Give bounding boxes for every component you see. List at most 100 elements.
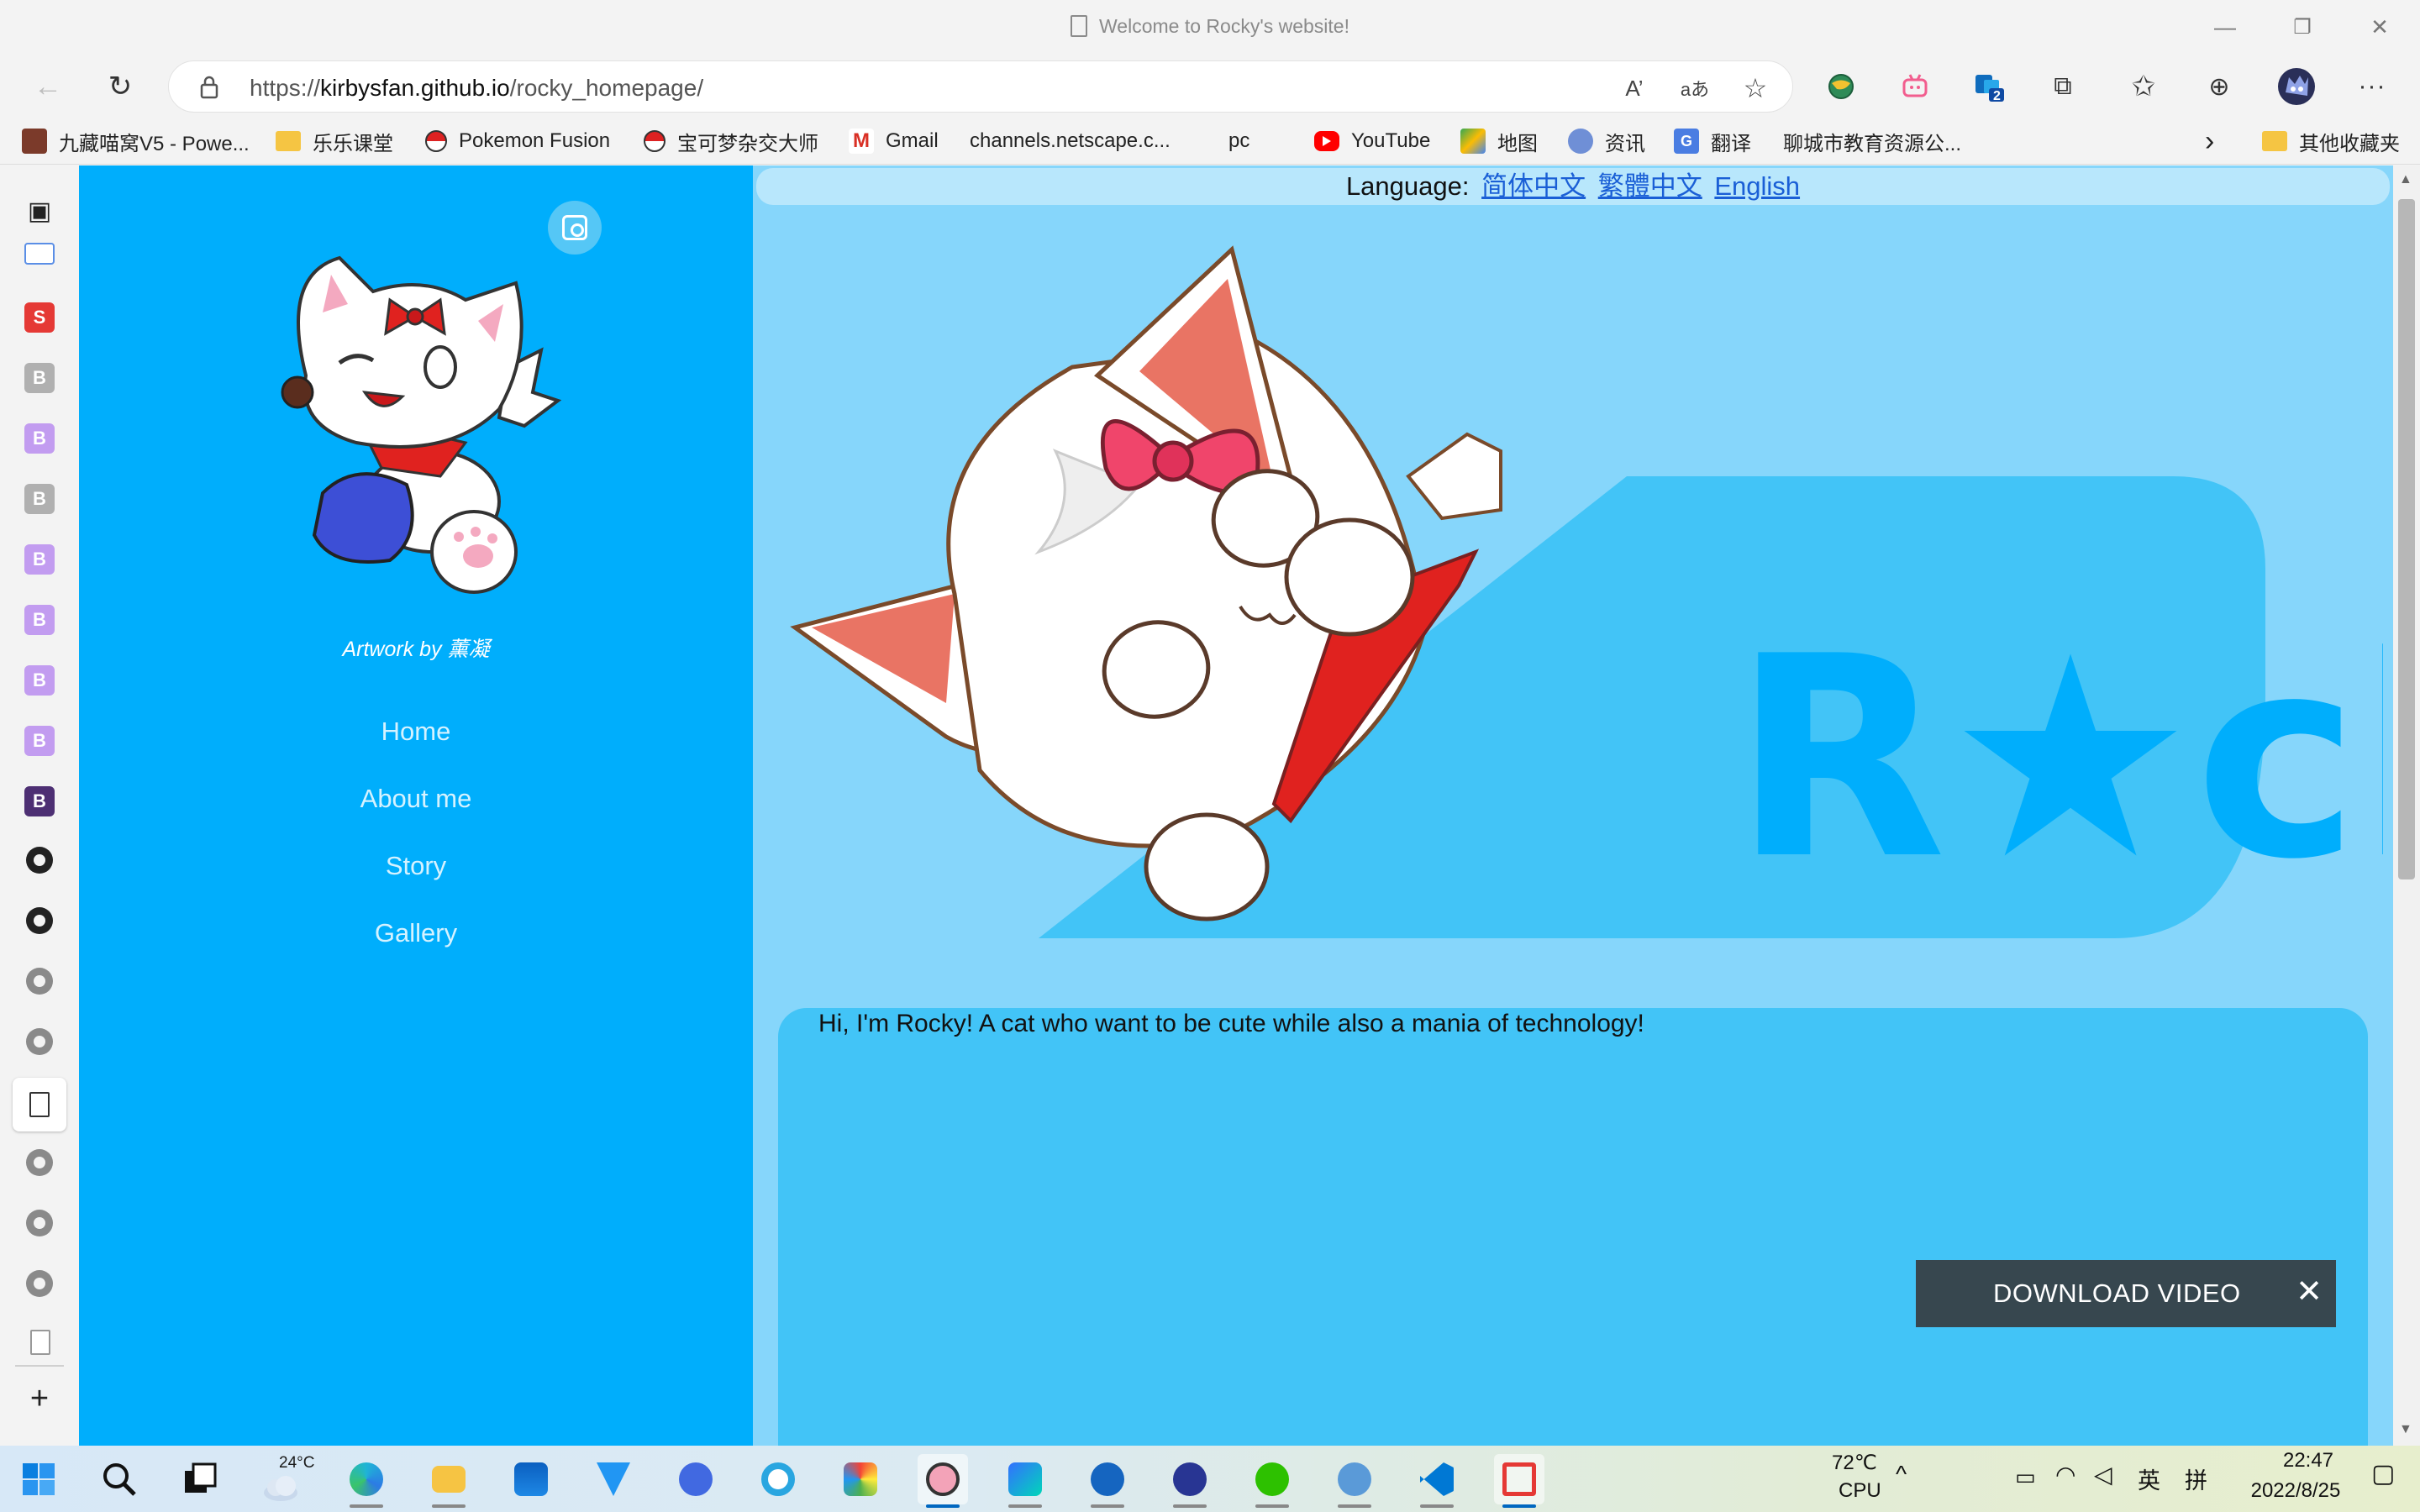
new-tab-button[interactable]: + — [24, 1381, 55, 1416]
clock-time[interactable]: 22:47 — [2262, 1449, 2354, 1473]
app-cat-icon[interactable] — [918, 1454, 968, 1508]
bookmark-item[interactable]: 乐乐课堂 — [276, 126, 393, 156]
github-icon[interactable] — [26, 968, 53, 995]
bookmark-item[interactable]: 资讯 — [1568, 126, 1645, 156]
bookmark-item[interactable]: 九藏喵窝V5 - Powe... — [22, 126, 250, 156]
tab-item[interactable]: B — [24, 786, 55, 816]
volume-icon[interactable]: ◁ — [2094, 1461, 2112, 1488]
start-button[interactable] — [13, 1454, 64, 1504]
app-globe-icon[interactable] — [1165, 1454, 1215, 1508]
rocky-banner: R★cky — [790, 245, 2383, 938]
tab-item[interactable]: B — [24, 363, 55, 393]
tab-item[interactable] — [24, 243, 55, 265]
extensions-icon[interactable]: ⧉ — [2044, 67, 2082, 106]
back-button[interactable]: ← — [25, 64, 71, 109]
other-favorites-folder[interactable]: 其他收藏夹 — [2262, 126, 2400, 156]
favorites-icon[interactable]: ✩ — [2124, 67, 2163, 106]
page-icon[interactable] — [30, 1330, 50, 1355]
bookmark-item[interactable]: G 翻译 — [1674, 126, 1751, 156]
bookmark-item[interactable]: YouTube — [1314, 126, 1430, 156]
weather-temp: 24°C — [279, 1454, 315, 1472]
pokeball-icon — [425, 130, 447, 152]
github-icon[interactable] — [26, 1149, 53, 1176]
app-triangle-icon[interactable] — [671, 1454, 721, 1504]
tab-item[interactable]: B — [24, 484, 55, 514]
tab-item[interactable]: S — [24, 302, 55, 333]
weather-widget[interactable]: 24°C — [255, 1454, 314, 1504]
notification-icon[interactable]: ▢ — [2371, 1459, 2395, 1488]
github-icon[interactable] — [26, 1270, 53, 1297]
github-icon[interactable] — [26, 1210, 53, 1236]
extension-bilibili-icon[interactable] — [1896, 67, 1934, 106]
feishu-icon[interactable] — [1000, 1454, 1050, 1508]
nav-story-link[interactable]: Story — [79, 846, 753, 913]
tab-item[interactable]: B — [24, 665, 55, 696]
download-video-popup[interactable]: DOWNLOAD VIDEO ✕ — [1916, 1260, 2336, 1327]
bookmark-item[interactable]: channels.netscape.c... — [970, 126, 1171, 315]
tab-item[interactable]: B — [24, 605, 55, 635]
tab-item[interactable]: B — [24, 544, 55, 575]
ime-mode-indicator[interactable]: 拼 — [2185, 1462, 2207, 1495]
github-icon[interactable] — [26, 847, 53, 874]
download-video-label[interactable]: DOWNLOAD VIDEO — [1993, 1278, 2241, 1309]
bookmark-item[interactable]: Pokemon Fusion — [425, 126, 610, 156]
extension-outlook-icon[interactable]: 2 — [1970, 67, 2008, 106]
tab-item[interactable]: B — [24, 423, 55, 454]
app-ring-icon[interactable] — [753, 1454, 803, 1504]
show-hidden-icons-chevron-icon[interactable]: ^ — [1896, 1461, 1907, 1488]
collections-icon[interactable]: ⊕ — [2200, 67, 2238, 106]
github-icon[interactable] — [26, 1028, 53, 1055]
wechat-icon[interactable] — [1247, 1454, 1297, 1508]
extension-globe-icon[interactable] — [1822, 67, 1860, 106]
edge-taskbar-icon[interactable] — [341, 1454, 392, 1508]
bookmark-item[interactable]: M Gmail — [849, 126, 939, 156]
snipping-tool-icon[interactable] — [1494, 1454, 1544, 1508]
bookmarks-overflow-button[interactable]: › — [2205, 125, 2214, 157]
nav-about-link[interactable]: About me — [79, 779, 753, 846]
clock-date[interactable]: 2022/8/25 — [2237, 1479, 2354, 1503]
store-icon[interactable] — [506, 1454, 556, 1504]
tab-item[interactable]: B — [24, 726, 55, 756]
read-aloud-icon[interactable]: A’ — [1618, 71, 1651, 105]
task-view-icon[interactable] — [175, 1454, 225, 1504]
search-icon[interactable] — [94, 1454, 145, 1504]
bookmark-item[interactable]: 聊城市教育资源公... — [1783, 126, 1961, 315]
lang-traditional-chinese-link[interactable]: 繁體中文 — [1598, 171, 1702, 201]
github-icon[interactable] — [26, 907, 53, 934]
bookmark-label: 宝可梦杂交大师 — [677, 132, 818, 155]
profile-avatar-icon[interactable] — [2277, 67, 2316, 106]
bookmark-item[interactable]: 宝可梦杂交大师 — [644, 126, 818, 156]
active-tab[interactable] — [13, 1078, 66, 1131]
download-video-close-button[interactable]: ✕ — [2296, 1275, 2323, 1309]
tab-actions-toggle[interactable]: ▣ — [24, 196, 55, 226]
maximize-button[interactable]: ❐ — [2272, 10, 2333, 44]
wifi-icon[interactable]: ◠ — [2055, 1461, 2075, 1488]
ime-language-indicator[interactable]: 英 — [2138, 1462, 2160, 1495]
lang-english-link[interactable]: English — [1714, 171, 1800, 201]
lock-icon[interactable] — [199, 76, 219, 99]
bookmark-item[interactable]: pc — [1228, 126, 1326, 315]
bookmark-item[interactable]: 地图 — [1460, 126, 1538, 156]
app-colorful-icon[interactable] — [835, 1454, 886, 1504]
battery-icon[interactable]: ▭ — [2015, 1464, 2036, 1490]
vscode-icon[interactable] — [1412, 1454, 1462, 1508]
minimize-button[interactable]: — — [2195, 10, 2255, 44]
translate-icon[interactable]: aあ — [1678, 71, 1712, 105]
refresh-button[interactable]: ↻ — [97, 64, 143, 109]
scroll-down-arrow-icon[interactable]: ▼ — [2399, 1422, 2412, 1437]
lang-simplified-chinese-link[interactable]: 简体中文 — [1481, 171, 1586, 201]
nav-home-link[interactable]: Home — [79, 711, 753, 779]
close-button[interactable]: ✕ — [2349, 10, 2410, 44]
address-bar[interactable]: https://kirbysfan.github.io/rocky_homepa… — [168, 60, 1793, 113]
app-blue-round-icon[interactable] — [1082, 1454, 1133, 1508]
scrollbar-thumb[interactable] — [2398, 199, 2415, 879]
scroll-up-arrow-icon[interactable]: ▲ — [2399, 172, 2412, 187]
more-icon[interactable]: ··· — [2353, 67, 2391, 106]
app-settings-icon[interactable] — [1329, 1454, 1380, 1508]
nav-gallery-link[interactable]: Gallery — [79, 913, 753, 980]
file-explorer-icon[interactable] — [424, 1454, 474, 1508]
page-scrollbar[interactable]: ▲ ▼ — [2393, 165, 2420, 1446]
add-favorite-icon[interactable]: ☆ — [1739, 71, 1772, 105]
url-text[interactable]: https://kirbysfan.github.io/rocky_homepa… — [250, 75, 703, 102]
app-v-icon[interactable] — [588, 1454, 639, 1504]
